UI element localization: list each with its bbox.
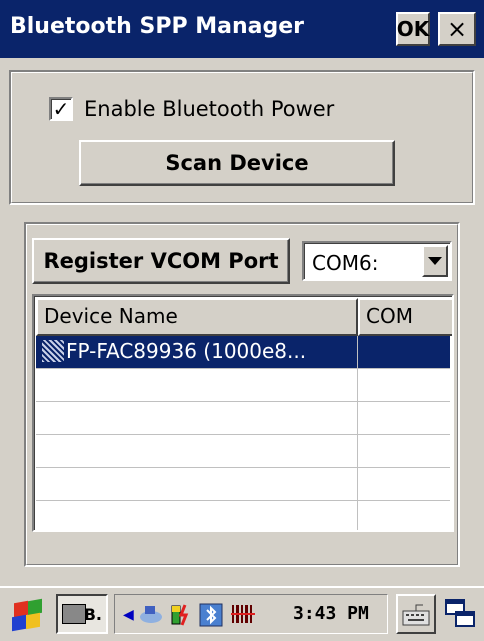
battery-icon[interactable]	[169, 603, 191, 626]
clock[interactable]: 3:43 PM	[293, 603, 369, 624]
list-row-empty	[36, 501, 450, 530]
barcode-icon[interactable]	[231, 603, 255, 625]
device-com	[358, 336, 450, 368]
device-name: FP-FAC89936 (1000e8...	[66, 339, 307, 363]
list-row-empty	[36, 435, 450, 468]
list-header: Device Name COM	[36, 298, 452, 336]
title-bar: Bluetooth SPP Manager OK ×	[0, 0, 484, 58]
close-button[interactable]: ×	[438, 12, 476, 46]
device-row[interactable]: FP-FAC89936 (1000e8...	[36, 336, 450, 369]
check-mark-icon: ✓	[52, 97, 70, 121]
taskbar-app-button[interactable]: B.	[56, 594, 108, 634]
tray-arrow-icon[interactable]: ◀	[123, 607, 134, 623]
printer-icon	[62, 604, 86, 624]
list-row-empty	[36, 402, 450, 435]
column-header-device-name[interactable]: Device Name	[36, 298, 358, 336]
taskbar: B. ◀ 3:43 PM	[0, 586, 484, 641]
window-switch-icon[interactable]	[444, 596, 478, 632]
chevron-down-icon	[428, 257, 442, 265]
enable-bluetooth-checkbox[interactable]: ✓	[49, 97, 73, 121]
com-port-select[interactable]: COM6:	[302, 241, 452, 281]
register-vcom-port-button[interactable]: Register VCOM Port	[32, 238, 290, 284]
system-tray: ◀ 3:43 PM	[114, 594, 388, 634]
taskbar-app-label: B.	[83, 604, 102, 624]
window-title: Bluetooth SPP Manager	[10, 14, 304, 39]
bluetooth-device-icon	[42, 340, 64, 362]
ok-button[interactable]: OK	[396, 12, 430, 46]
scan-device-button[interactable]: Scan Device	[79, 140, 395, 186]
list-row-empty	[36, 468, 450, 501]
device-list[interactable]: Device Name COM FP-FAC89936 (1000e8...	[32, 294, 454, 532]
keyboard-icon[interactable]	[396, 594, 436, 634]
bluetooth-icon[interactable]	[199, 603, 223, 627]
enable-bluetooth-label[interactable]: Enable Bluetooth Power	[84, 97, 334, 121]
start-flag-icon[interactable]	[6, 596, 44, 634]
com-port-value: COM6:	[312, 251, 379, 275]
column-header-com[interactable]: COM	[358, 298, 452, 336]
dropdown-arrow-button[interactable]	[422, 245, 448, 277]
network-icon[interactable]	[139, 603, 162, 625]
list-row-empty	[36, 369, 450, 402]
